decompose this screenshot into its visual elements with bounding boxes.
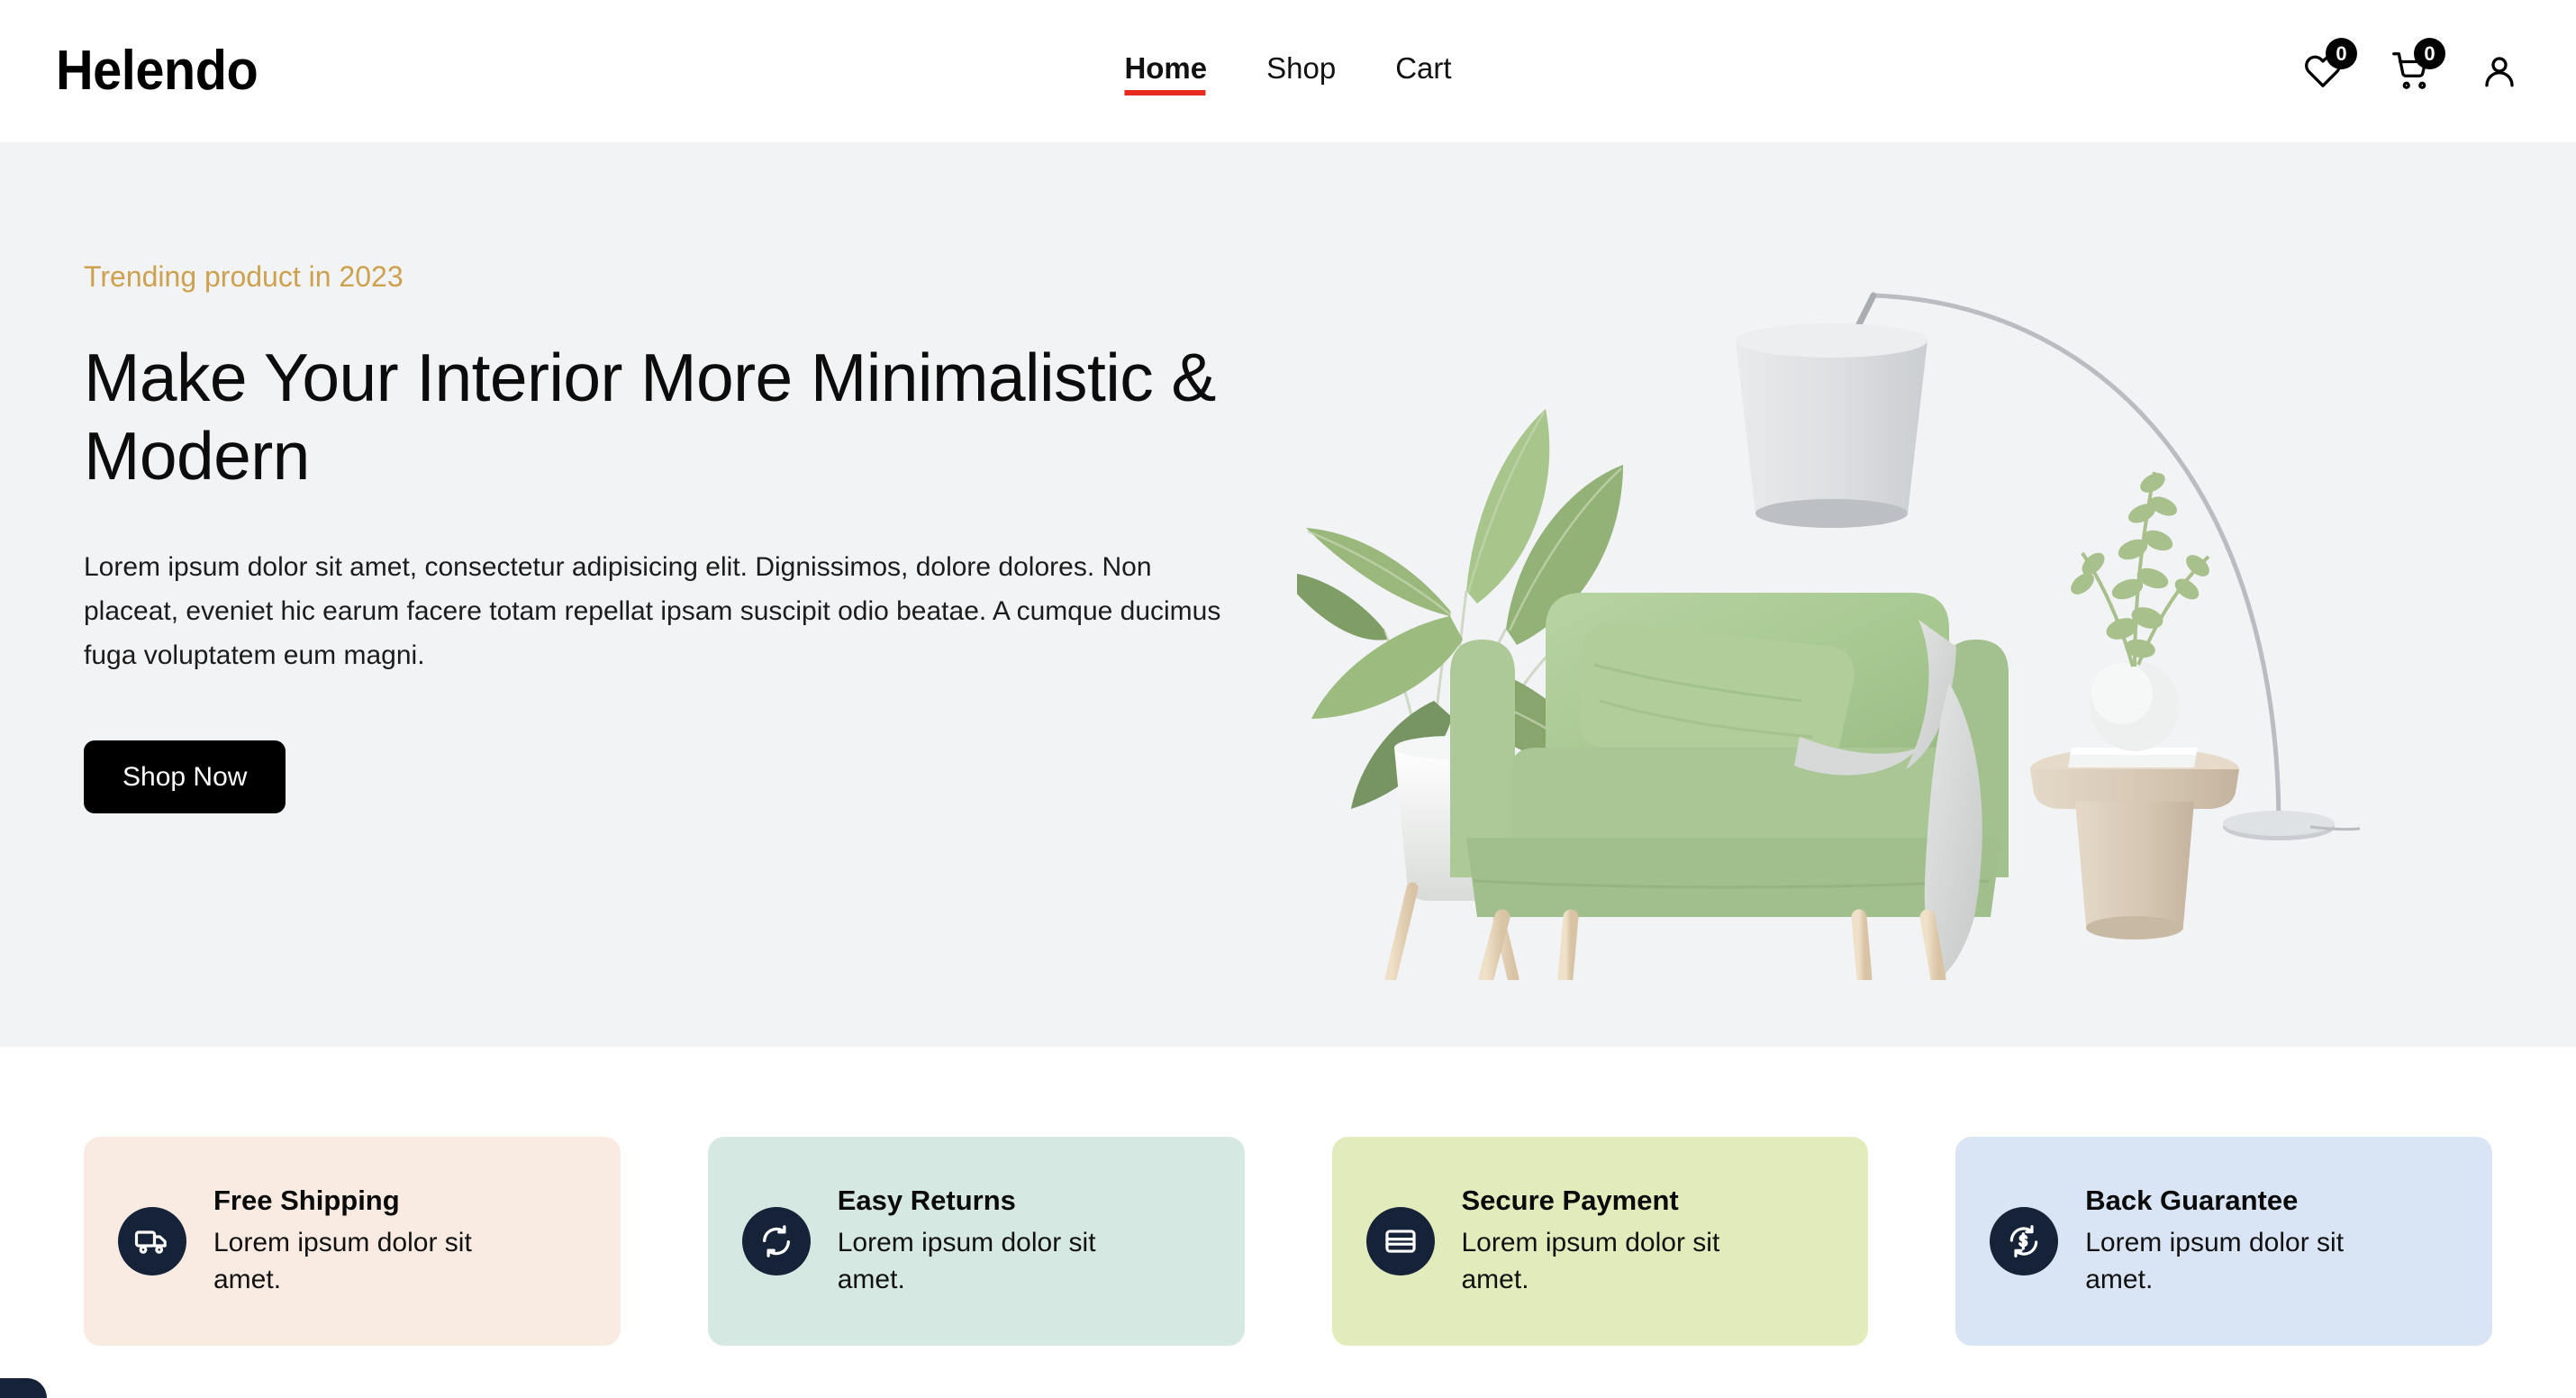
feature-title: Secure Payment xyxy=(1461,1185,1679,1217)
nav-item-home[interactable]: Home xyxy=(1122,48,1209,95)
main-navigation: Home Shop Cart xyxy=(1122,0,1453,142)
nav-item-shop-label: Shop xyxy=(1266,50,1337,85)
feature-title: Free Shipping xyxy=(213,1185,400,1217)
truck-icon xyxy=(118,1207,186,1275)
features-section: Free Shipping Lorem ipsum dolor sit amet… xyxy=(0,1047,2576,1398)
feature-title: Back Guarantee xyxy=(2085,1185,2299,1217)
cart-count-badge: 0 xyxy=(2414,38,2445,69)
nav-item-cart-label: Cart xyxy=(1395,50,1452,85)
hero-eyebrow: Trending product in 2023 xyxy=(84,260,404,293)
hero-section: Trending product in 2023 Make Your Inter… xyxy=(0,142,2576,1047)
brand-logo[interactable]: Helendo xyxy=(56,43,259,99)
hero-product-image xyxy=(1297,196,2360,980)
nav-item-cart[interactable]: Cart xyxy=(1393,48,1453,95)
feature-card-free-shipping[interactable]: Free Shipping Lorem ipsum dolor sit amet… xyxy=(84,1137,621,1346)
header-actions: 0 0 xyxy=(2302,0,2520,142)
money-back-icon xyxy=(1990,1207,2059,1275)
cart-button[interactable]: 0 xyxy=(2390,38,2445,92)
wishlist-count-badge: 0 xyxy=(2326,38,2357,69)
account-button[interactable] xyxy=(2479,50,2520,92)
hero-copy: Trending product in 2023 Make Your Inter… xyxy=(84,259,1255,814)
feature-card-back-guarantee[interactable]: Back Guarantee Lorem ipsum dolor sit ame… xyxy=(1955,1137,2492,1346)
wishlist-button[interactable]: 0 xyxy=(2302,38,2357,92)
credit-card-icon xyxy=(1365,1207,1435,1275)
feature-description: Lorem ipsum dolor sit amet. xyxy=(1461,1227,1720,1295)
feature-title: Easy Returns xyxy=(837,1185,1016,1217)
feature-card-secure-payment[interactable]: Secure Payment Lorem ipsum dolor sit ame… xyxy=(1331,1137,1869,1346)
hero-description: Lorem ipsum dolor sit amet, consectetur … xyxy=(84,552,1221,670)
feature-card-body: Free Shipping Lorem ipsum dolor sit amet… xyxy=(213,1184,511,1299)
feature-card-body: Secure Payment Lorem ipsum dolor sit ame… xyxy=(1462,1184,1759,1299)
site-header: Helendo Home Shop Cart 0 0 xyxy=(0,0,2576,142)
feature-card-body: Back Guarantee Lorem ipsum dolor sit ame… xyxy=(2085,1184,2382,1299)
nav-item-shop[interactable]: Shop xyxy=(1265,48,1338,95)
feature-card-easy-returns[interactable]: Easy Returns Lorem ipsum dolor sit amet. xyxy=(707,1137,1245,1346)
feature-description: Lorem ipsum dolor sit amet. xyxy=(213,1227,472,1295)
hero-title: Make Your Interior More Minimalistic & M… xyxy=(84,340,1216,495)
refresh-icon xyxy=(741,1207,811,1275)
shop-now-button[interactable]: Shop Now xyxy=(84,740,286,814)
feature-card-body: Easy Returns Lorem ipsum dolor sit amet. xyxy=(838,1184,1135,1299)
feature-description: Lorem ipsum dolor sit amet. xyxy=(837,1227,1096,1295)
feature-description: Lorem ipsum dolor sit amet. xyxy=(2085,1227,2345,1295)
user-icon xyxy=(2481,52,2518,90)
nav-item-home-label: Home xyxy=(1124,50,1208,85)
